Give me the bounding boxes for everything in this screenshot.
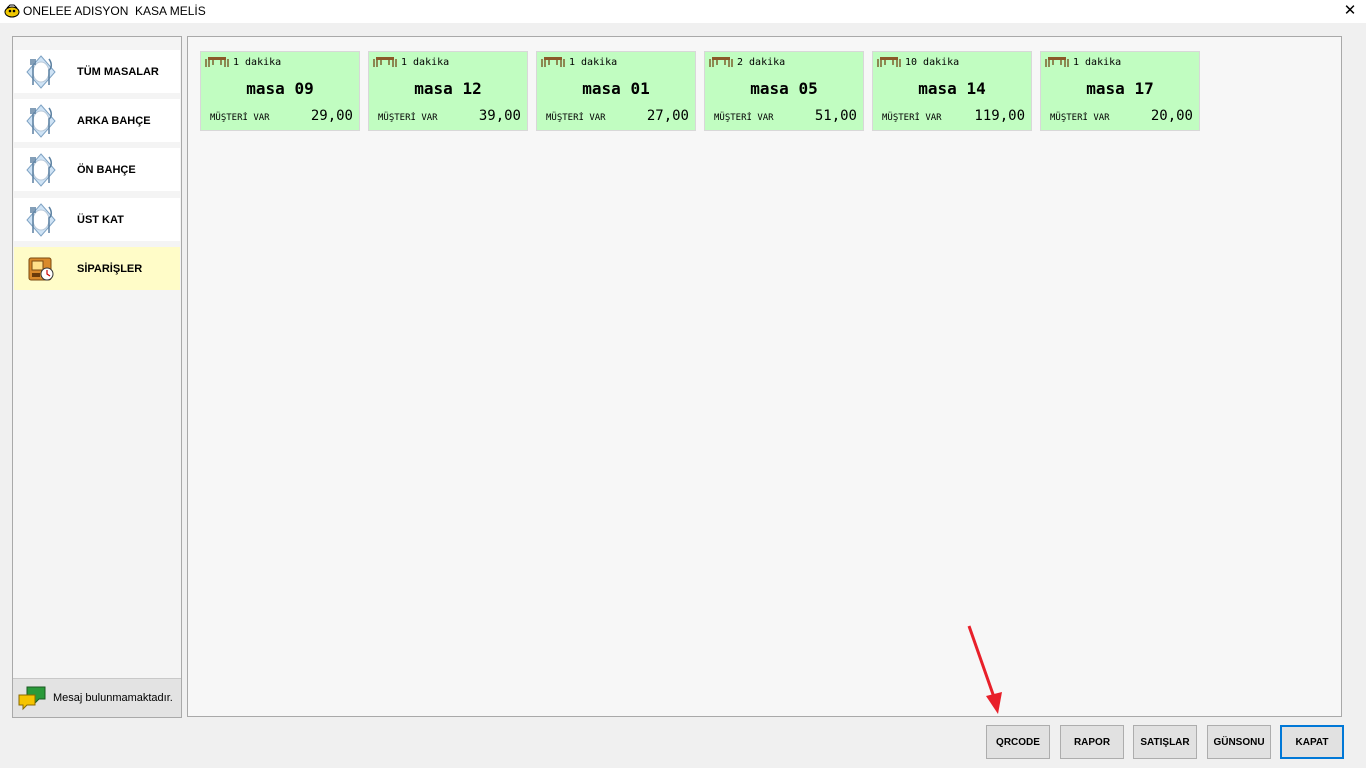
table-elapsed-time: 1 dakika: [401, 57, 450, 68]
table-name: masa 14: [918, 79, 986, 98]
table-name: masa 01: [582, 79, 650, 98]
cutlery-icon: [26, 202, 56, 237]
tables-panel: 1 dakika masa 09 MÜŞTERİ VAR 29,00 1 dak…: [187, 36, 1342, 717]
table-amount: 51,00: [814, 108, 857, 124]
table-elapsed-time: 1 dakika: [569, 57, 618, 68]
table-status: MÜŞTERİ VAR: [1050, 113, 1110, 123]
table-chairs-icon: [541, 57, 565, 67]
table-card[interactable]: 1 dakika masa 01 MÜŞTERİ VAR 27,00: [536, 51, 696, 131]
table-chairs-icon: [877, 57, 901, 67]
table-amount: 29,00: [310, 108, 353, 124]
message-text: Mesaj bulunmamaktadır.: [53, 692, 173, 704]
table-status: MÜŞTERİ VAR: [210, 113, 270, 123]
sidebar-item-ust-kat[interactable]: ÜST KAT: [14, 198, 180, 241]
table-status: MÜŞTERİ VAR: [378, 113, 438, 123]
table-card[interactable]: 1 dakika masa 12 MÜŞTERİ VAR 39,00: [368, 51, 528, 131]
sidebar: TÜM MASALAR ARKA BAHÇE ÖN BAHÇE ÜST KAT: [12, 36, 182, 718]
table-card[interactable]: 1 dakika masa 09 MÜŞTERİ VAR 29,00: [200, 51, 360, 131]
table-status: MÜŞTERİ VAR: [546, 113, 606, 123]
table-name: masa 09: [246, 79, 314, 98]
table-card[interactable]: 1 dakika masa 17 MÜŞTERİ VAR 20,00: [1040, 51, 1200, 131]
orders-icon: [28, 257, 54, 280]
window-title: ONELEE ADISYON KASA MELİS: [23, 4, 206, 18]
qrcode-button[interactable]: QRCODE: [986, 725, 1050, 759]
gunsonu-button[interactable]: GÜNSONU: [1207, 725, 1271, 759]
satislar-button[interactable]: SATIŞLAR: [1133, 725, 1197, 759]
table-name: masa 17: [1086, 79, 1154, 98]
sidebar-item-label: ÖN BAHÇE: [77, 163, 136, 176]
cutlery-icon: [26, 54, 56, 89]
table-status: MÜŞTERİ VAR: [882, 113, 942, 123]
close-window-button[interactable]: ✕: [1334, 0, 1366, 23]
table-elapsed-time: 10 dakika: [905, 57, 960, 68]
sidebar-item-label: TÜM MASALAR: [77, 65, 159, 78]
table-amount: 20,00: [1150, 108, 1193, 124]
table-card[interactable]: 10 dakika masa 14 MÜŞTERİ VAR 119,00: [872, 51, 1032, 131]
sidebar-item-on-bahce[interactable]: ÖN BAHÇE: [14, 148, 180, 191]
table-name: masa 12: [414, 79, 482, 98]
sidebar-item-label: ÜST KAT: [77, 213, 124, 226]
message-area: Mesaj bulunmamaktadır.: [13, 678, 181, 717]
cutlery-icon: [26, 152, 56, 187]
table-amount: 119,00: [974, 108, 1025, 124]
table-chairs-icon: [1045, 57, 1069, 67]
table-chairs-icon: [205, 57, 229, 67]
table-amount: 39,00: [478, 108, 521, 124]
sidebar-item-siparisler[interactable]: SİPARİŞLER: [14, 247, 180, 290]
table-chairs-icon: [709, 57, 733, 67]
table-card[interactable]: 2 dakika masa 05 MÜŞTERİ VAR 51,00: [704, 51, 864, 131]
annotation-arrow-icon: [967, 625, 1002, 714]
table-elapsed-time: 1 dakika: [233, 57, 282, 68]
table-status: MÜŞTERİ VAR: [714, 113, 774, 123]
sidebar-item-label: SİPARİŞLER: [77, 262, 143, 275]
title-bar: ONELEE ADISYON KASA MELİS ✕: [0, 0, 1366, 23]
sidebar-item-arka-bahce[interactable]: ARKA BAHÇE: [14, 99, 180, 142]
sidebar-item-label: ARKA BAHÇE: [77, 114, 151, 127]
cutlery-icon: [26, 103, 56, 138]
table-amount: 27,00: [646, 108, 689, 124]
chat-bubbles-icon: [18, 686, 46, 711]
table-elapsed-time: 2 dakika: [737, 57, 786, 68]
table-elapsed-time: 1 dakika: [1073, 57, 1122, 68]
kapat-button[interactable]: KAPAT: [1280, 725, 1344, 759]
table-chairs-icon: [373, 57, 397, 67]
app-logo-icon: [4, 4, 20, 18]
sidebar-item-tum-masalar[interactable]: TÜM MASALAR: [14, 50, 180, 93]
table-name: masa 05: [750, 79, 818, 98]
rapor-button[interactable]: RAPOR: [1060, 725, 1124, 759]
